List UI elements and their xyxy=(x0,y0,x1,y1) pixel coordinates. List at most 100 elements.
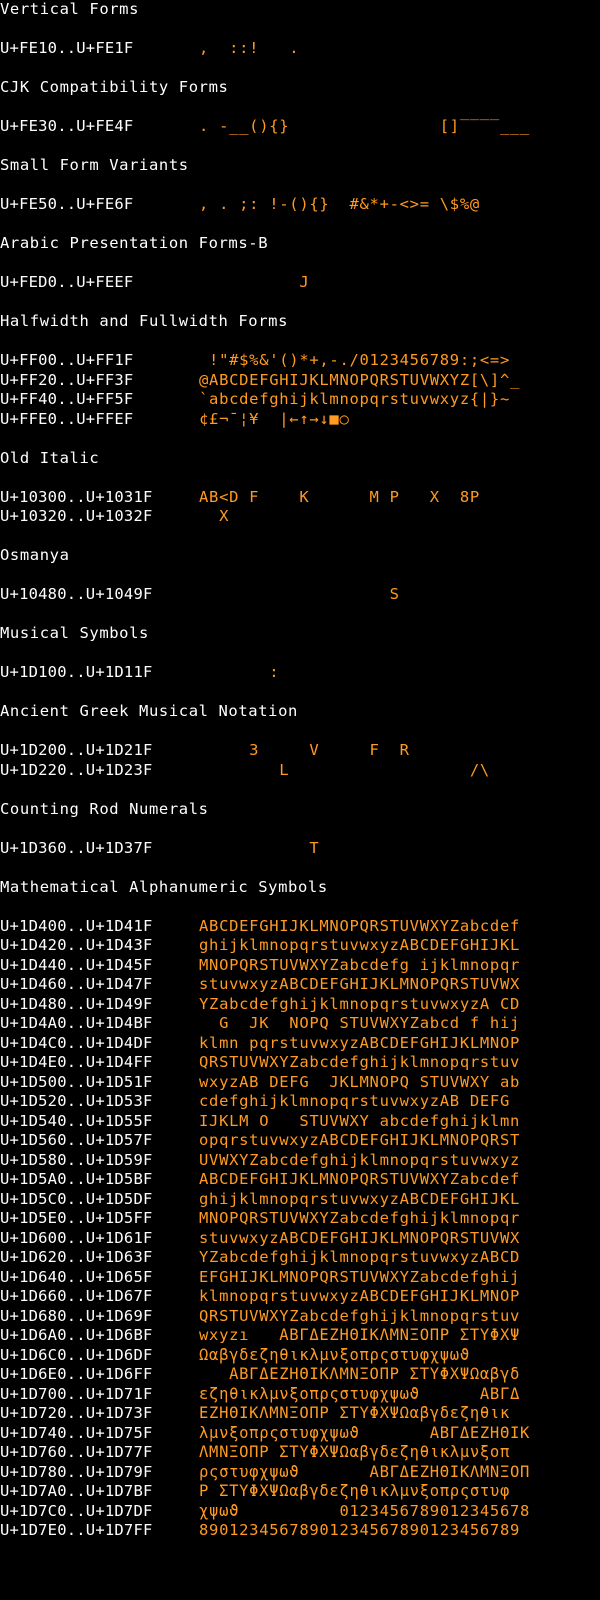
codepoint-range-label: U+10300..U+1031F xyxy=(0,487,153,506)
codepoint-row: U+1D4A0..U+1D4BF G JK NOPQ STUVWXYZabcd … xyxy=(0,1014,600,1034)
codepoint-row: U+1D780..U+1D79F ρςστυφχψωϑ ΑΒΓΔΕΖΗΘΙΚΛΜΝ… xyxy=(0,1463,600,1483)
codepoint-row: U+1D600..U+1D61F stuvwxyzABCDEFGHIJKLMNOP… xyxy=(0,1229,600,1249)
section-title: Old Italic xyxy=(0,448,100,467)
section-title: Mathematical Alphanumeric Symbols xyxy=(0,877,328,896)
codepoint-row: U+FF20..U+FF3F @ABCDEFGHIJKLMNOPQRSTUVWXY… xyxy=(0,371,600,391)
glyph-sample: J xyxy=(199,273,310,291)
codepoint-range-label: U+1D7C0..U+1D7DF xyxy=(0,1501,153,1520)
codepoint-range-label: U+FE30..U+FE4F xyxy=(0,117,134,135)
codepoint-range-label: U+1D6A0..U+1D6BF xyxy=(0,1326,153,1344)
codepoint-row: U+1D6E0..U+1D6FF ΑΒΓΔΕΖΗΘΙΚΛΜΝΞΟΠΡ ΣΤΥΦΧ… xyxy=(0,1365,600,1385)
unicode-block-listing: Vertical Forms U+FE10..U+FE1F , ::! . CJK C… xyxy=(0,0,600,1541)
codepoint-range-label: U+1D420..U+1D43F xyxy=(0,936,153,954)
codepoint-range-label: U+1D640..U+1D65F xyxy=(0,1267,153,1286)
glyph-sample: QRSTUVWXYZabcdefghijklmnopqrstuv xyxy=(199,1053,521,1071)
codepoint-range-label: U+1D200..U+1D21F xyxy=(0,741,153,759)
unicode-block-section: Halfwidth and Fullwidth Forms U+FF00..U+F… xyxy=(0,312,600,429)
unicode-block-section: Osmanya U+10480..U+1049F S xyxy=(0,546,600,605)
codepoint-row: U+1D480..U+1D49F YZabcdefghijklmnopqrstuv… xyxy=(0,995,600,1015)
glyph-sample: MNOPQRSTUVWXYZabcdefghijklmnopqr xyxy=(199,1209,521,1227)
codepoint-range-label: U+1D400..U+1D41F xyxy=(0,916,153,935)
codepoint-row: U+1D640..U+1D65F EFGHIJKLMNOPQRSTUVWXYZab… xyxy=(0,1268,600,1288)
codepoint-range-label: U+1D440..U+1D45F xyxy=(0,955,153,974)
glyph-sample: : xyxy=(199,663,280,681)
glyph-sample: MNOPQRSTUVWXYZabcdefg ijklmnopqr xyxy=(199,955,521,974)
glyph-sample: ABCDEFGHIJKLMNOPQRSTUVWXYZabcdef xyxy=(199,916,521,935)
section-title: Vertical Forms xyxy=(0,0,140,18)
glyph-sample: opqrstuvwxyzABCDEFGHIJKLMNOPQRST xyxy=(199,1131,521,1149)
codepoint-range-label: U+1D700..U+1D71F xyxy=(0,1384,153,1403)
unicode-block-section: Old Italic U+10300..U+1031F AB<D F K M P X… xyxy=(0,449,600,527)
codepoint-row: U+1D580..U+1D59F UVWXYZabcdefghijklmnopqr… xyxy=(0,1151,600,1171)
codepoint-range-label: U+1D580..U+1D59F xyxy=(0,1150,153,1169)
codepoint-range-label: U+1D760..U+1D77F xyxy=(0,1443,153,1461)
glyph-sample: wxyzAB DEFG JKLMNOPQ STUVWXY ab xyxy=(199,1072,521,1091)
glyph-sample: ΛΜΝΞΟΠΡ ΣΤΥΦΧΨΩαβγδεζηθικλμνξοπ xyxy=(199,1443,510,1461)
codepoint-row: U+10480..U+1049F S xyxy=(0,585,600,605)
codepoint-row: U+1D7E0..U+1D7FF 890123456789012345678901… xyxy=(0,1521,600,1541)
glyph-sample: εζηθικλμνξοπρςστυφχψωϑ ΑΒΓΔ xyxy=(199,1384,521,1403)
codepoint-row: U+1D620..U+1D63F YZabcdefghijklmnopqrstuv… xyxy=(0,1248,600,1268)
glyph-sample: T xyxy=(199,838,320,857)
codepoint-row: U+1D700..U+1D71F εζηθικλμνξοπρςστυφχψωϑ Α… xyxy=(0,1385,600,1405)
codepoint-range-label: U+1D5E0..U+1D5FF xyxy=(0,1209,153,1227)
codepoint-range-label: U+1D6E0..U+1D6FF xyxy=(0,1365,153,1383)
glyph-sample: Ρ ΣΤΥΦΧΨΩαβγδεζηθικλμνξοπρςστυφ xyxy=(199,1482,510,1500)
glyph-sample: . -__(){} []‾‾‾‾___ xyxy=(199,117,531,135)
section-title: Arabic Presentation Forms-B xyxy=(0,234,269,252)
glyph-sample: S xyxy=(199,585,400,603)
glyph-sample: AB<D F K M P X 8P xyxy=(199,487,480,506)
codepoint-range-label: U+FF00..U+FF1F xyxy=(0,351,134,369)
codepoint-row: U+1D6A0..U+1D6BF wxyzı ΑΒΓΔΕΖΗΘΙΚΛΜΝΞΟΠΡ … xyxy=(0,1326,600,1346)
glyph-sample: klmn pqrstuvwxyzABCDEFGHIJKLMNOP xyxy=(199,1033,521,1052)
glyph-sample: YZabcdefghijklmnopqrstuvwxyzA CD xyxy=(199,994,521,1013)
codepoint-range-label: U+1D780..U+1D79F xyxy=(0,1462,153,1481)
codepoint-row: U+10300..U+1031F AB<D F K M P X 8P xyxy=(0,488,600,508)
codepoint-row: U+1D460..U+1D47F stuvwxyzABCDEFGHIJKLMNOP… xyxy=(0,975,600,995)
glyph-sample: Ωαβγδεζηθικλμνξοπρςστυφχψωϑ xyxy=(199,1345,470,1364)
codepoint-range-label: U+FE10..U+FE1F xyxy=(0,39,134,57)
codepoint-range-label: U+1D660..U+1D67F xyxy=(0,1287,153,1305)
unicode-block-section: Counting Rod Numerals U+1D360..U+1D37F T xyxy=(0,800,600,859)
codepoint-row: U+1D760..U+1D77F ΛΜΝΞΟΠΡ ΣΤΥΦΧΨΩαβγδεζηθι… xyxy=(0,1443,600,1463)
section-title: Osmanya xyxy=(0,546,70,564)
glyph-sample: λμνξοπρςστυφχψωϑ ΑΒΓΔΕΖΗΘΙΚ xyxy=(199,1423,531,1442)
codepoint-range-label: U+FF20..U+FF3F xyxy=(0,370,134,389)
codepoint-row: U+1D6C0..U+1D6DF Ωαβγδεζηθικλμνξοπρςστυφχ… xyxy=(0,1346,600,1366)
codepoint-row: U+1D500..U+1D51F wxyzAB DEFG JKLMNOPQ STU… xyxy=(0,1073,600,1093)
glyph-sample: wxyzı ΑΒΓΔΕΖΗΘΙΚΛΜΝΞΟΠΡ ΣΤΥΦΧΨ xyxy=(199,1326,521,1344)
unicode-block-section: Ancient Greek Musical Notation U+1D200..U… xyxy=(0,702,600,780)
codepoint-row: U+1D7C0..U+1D7DF χψωϑ 0123456789012345678 xyxy=(0,1502,600,1522)
glyph-sample: QRSTUVWXYZabcdefghijklmnopqrstuv xyxy=(199,1306,521,1325)
codepoint-row: U+1D360..U+1D37F T xyxy=(0,839,600,859)
codepoint-row: U+FF40..U+FF5F `abcdefghijklmnopqrstuvwxy… xyxy=(0,390,600,410)
codepoint-range-label: U+1D520..U+1D53F xyxy=(0,1092,153,1110)
codepoint-row: U+1D540..U+1D55F IJKLM O STUVWXY abcdefgh… xyxy=(0,1112,600,1132)
codepoint-range-label: U+1D460..U+1D47F xyxy=(0,975,153,993)
codepoint-range-label: U+1D360..U+1D37F xyxy=(0,838,153,857)
glyph-sample: ABCDEFGHIJKLMNOPQRSTUVWXYZabcdef xyxy=(199,1170,521,1188)
section-title: Counting Rod Numerals xyxy=(0,799,209,818)
glyph-sample: ghijklmnopqrstuvwxyzABCDEFGHIJKL xyxy=(199,1189,521,1208)
codepoint-range-label: U+FF40..U+FF5F xyxy=(0,390,134,408)
codepoint-row: U+1D520..U+1D53F cdefghijklmnopqrstuvwxyz… xyxy=(0,1092,600,1112)
codepoint-row: U+1D420..U+1D43F ghijklmnopqrstuvwxyzABCD… xyxy=(0,936,600,956)
glyph-sample: YZabcdefghijklmnopqrstuvwxyzABCD xyxy=(199,1248,521,1266)
codepoint-range-label: U+1D100..U+1D11F xyxy=(0,663,153,681)
glyph-sample: EFGHIJKLMNOPQRSTUVWXYZabcdefghij xyxy=(199,1267,521,1286)
codepoint-range-label: U+1D620..U+1D63F xyxy=(0,1248,153,1266)
glyph-sample: X xyxy=(199,507,230,525)
codepoint-row: U+1D560..U+1D57F opqrstuvwxyzABCDEFGHIJKL… xyxy=(0,1131,600,1151)
codepoint-row: U+1D100..U+1D11F : xyxy=(0,663,600,683)
codepoint-row: U+FE50..U+FE6F , . ;: !-(){} #&*+-<>= \$%… xyxy=(0,195,600,215)
codepoint-row: U+1D5C0..U+1D5DF ghijklmnopqrstuvwxyzABCD… xyxy=(0,1190,600,1210)
section-title: Musical Symbols xyxy=(0,624,149,642)
section-title: CJK Compatibility Forms xyxy=(0,78,229,96)
section-title: Halfwidth and Fullwidth Forms xyxy=(0,312,289,330)
codepoint-range-label: U+1D4E0..U+1D4FF xyxy=(0,1053,153,1071)
codepoint-row: U+FE30..U+FE4F . -__(){} []‾‾‾‾___ xyxy=(0,117,600,137)
codepoint-range-label: U+1D500..U+1D51F xyxy=(0,1072,153,1091)
codepoint-row: U+10320..U+1032F X xyxy=(0,507,600,527)
codepoint-row: U+1D5A0..U+1D5BF ABCDEFGHIJKLMNOPQRSTUVWX… xyxy=(0,1170,600,1190)
codepoint-range-label: U+1D220..U+1D23F xyxy=(0,760,153,779)
